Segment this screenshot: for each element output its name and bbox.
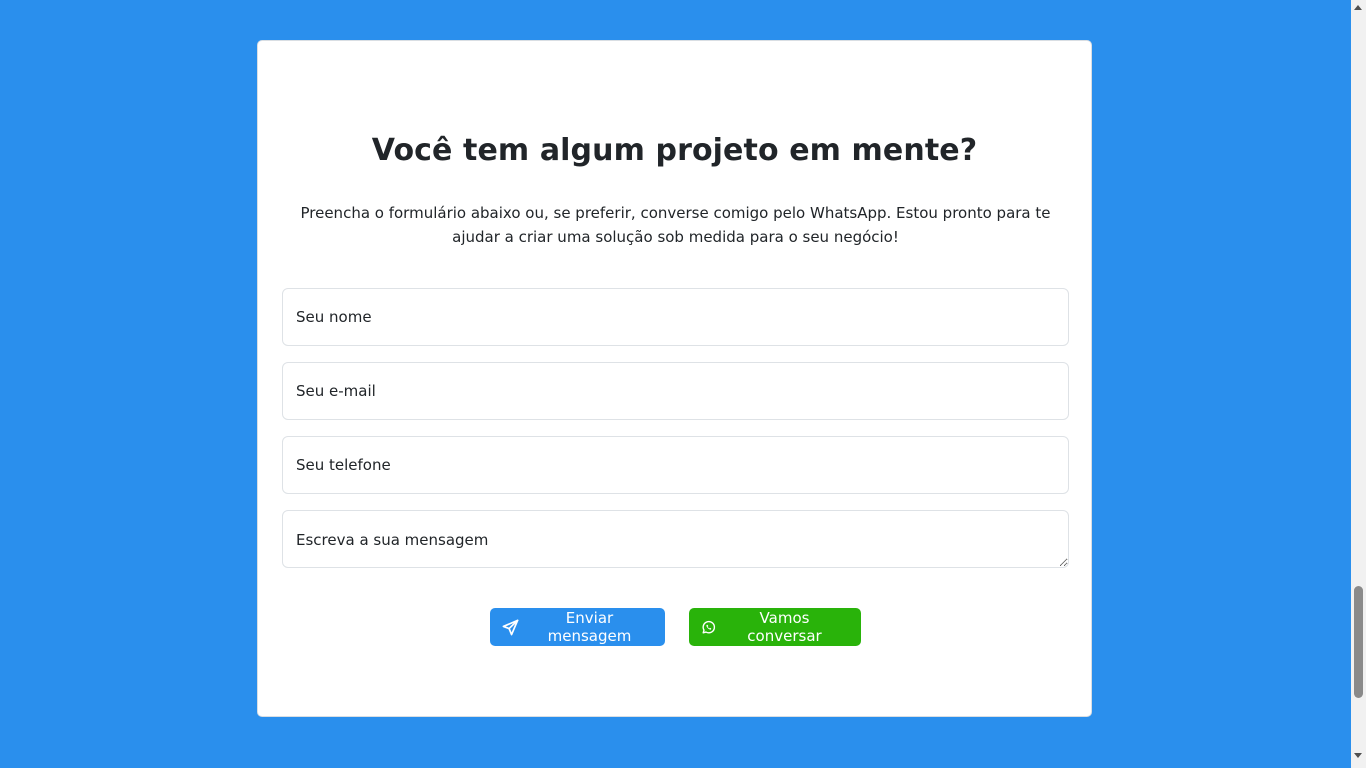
- whatsapp-label: Vamos conversar: [747, 609, 822, 645]
- scroll-up-icon[interactable]: [1354, 5, 1362, 10]
- contact-description: Preencha o formulário abaixo ou, se pref…: [300, 204, 1051, 246]
- email-input[interactable]: [282, 362, 1069, 420]
- scrollbar-thumb[interactable]: [1354, 586, 1363, 698]
- whatsapp-button[interactable]: Vamos conversar: [689, 608, 861, 646]
- contact-card: Você tem algum projeto em mente? Preench…: [257, 40, 1092, 717]
- phone-input[interactable]: [282, 436, 1069, 494]
- paper-plane-icon: [502, 619, 519, 636]
- whatsapp-icon: [701, 620, 716, 635]
- scroll-down-icon[interactable]: [1354, 753, 1362, 758]
- page-title: Você tem algum projeto em mente?: [371, 133, 978, 168]
- name-input[interactable]: [282, 288, 1069, 346]
- send-message-button[interactable]: Enviar mensagem: [490, 608, 665, 646]
- send-message-label: Enviar mensagem: [547, 609, 632, 645]
- page-scrollbar[interactable]: [1351, 0, 1366, 768]
- page-background: Você tem algum projeto em mente? Preench…: [0, 0, 1351, 768]
- message-textarea[interactable]: [282, 510, 1069, 568]
